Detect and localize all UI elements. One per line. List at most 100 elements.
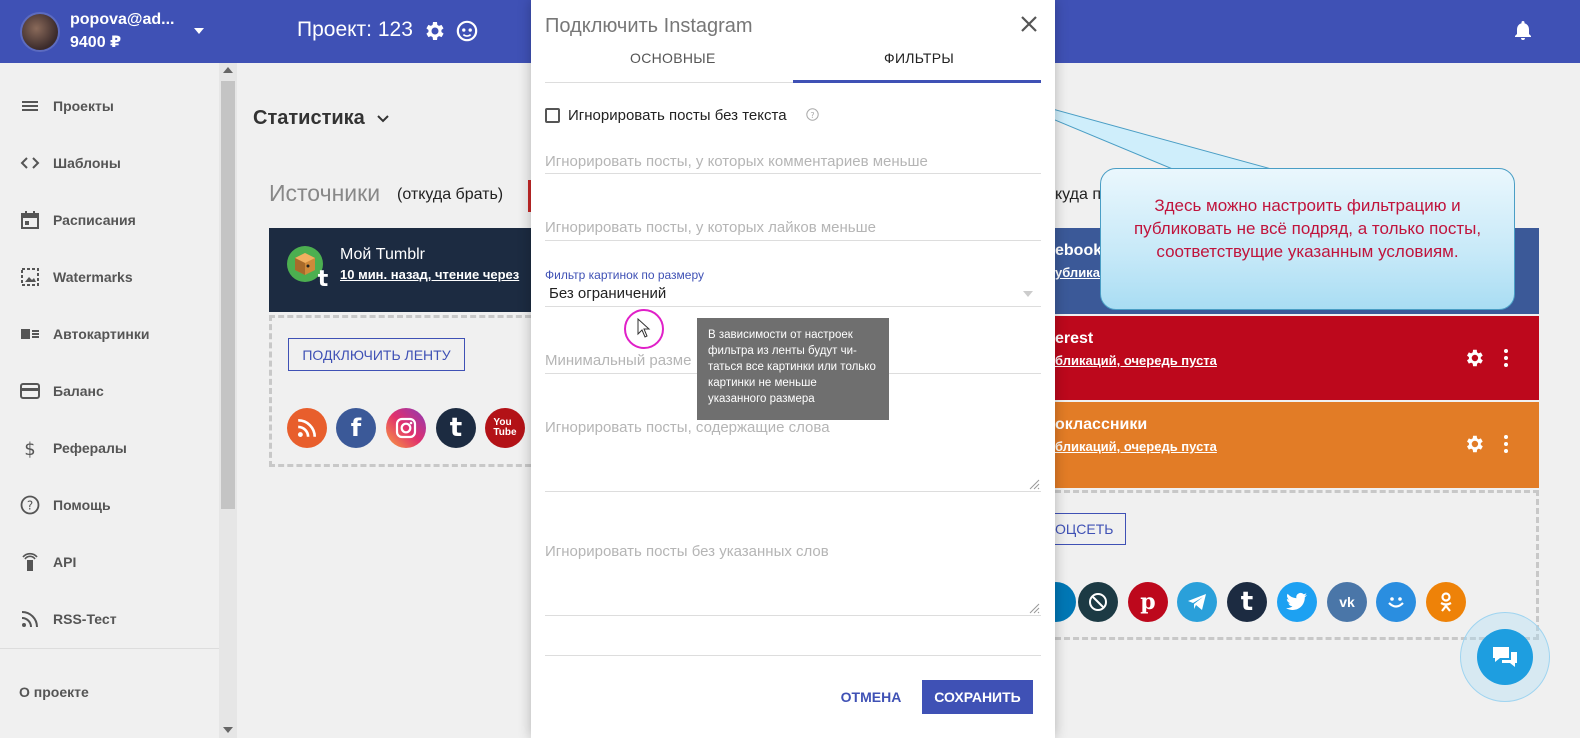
source-card-tumblr[interactable]: t Мой Tumblr 10 мин. назад, чтение через [269,228,531,312]
instagram-icon [395,417,417,439]
instagram-source-button[interactable] [386,408,426,448]
sidebar-item-projects[interactable]: Проекты [0,86,219,126]
tab-filters[interactable]: ФИЛЬТРЫ [884,50,954,66]
source-status-link[interactable]: 10 мин. назад, чтение через [340,267,530,282]
ignore-words-textarea[interactable]: Игнорировать посты, содержащие слова [545,419,1041,492]
stats-dropdown[interactable]: Статистика [253,107,365,130]
destination-card-odnoklassniki[interactable]: оклассники бликаций, очередь пуста [1055,402,1539,488]
vk-destination-button[interactable]: vk [1327,582,1367,622]
more-vert-icon[interactable] [1497,347,1515,369]
user-balance: 9400 ₽ [70,34,122,51]
active-tab-indicator [793,80,1041,83]
help-icon[interactable]: ? [806,108,819,121]
tab-main[interactable]: ОСНОВНЫЕ [630,50,716,66]
require-words-textarea[interactable]: Игнорировать посты без указанных слов [545,543,1041,616]
connect-social-button[interactable]: ОЦСЕТЬ [1055,513,1126,545]
image-icon [21,268,39,286]
sidebar-item-help[interactable]: ? Помощь [0,485,219,525]
field-placeholder: Игнорировать посты без указанных слов [545,543,829,560]
sidebar-scrollbar[interactable] [219,63,237,738]
robot-face-icon[interactable] [456,20,478,42]
rss-icon [297,418,317,438]
svg-text:$: $ [24,439,35,458]
scroll-down-icon[interactable] [223,727,233,733]
rss-source-button[interactable] [287,408,327,448]
youtube-source-button[interactable]: You Tube [485,408,525,448]
sidebar-item-templates[interactable]: Шаблоны [0,143,219,183]
facebook-source-button[interactable]: f [336,408,376,448]
chevron-down-icon[interactable] [1023,291,1033,297]
twitter-icon [1286,592,1307,610]
sidebar-item-watermarks[interactable]: Watermarks [0,257,219,297]
destination-name: erest [1055,330,1094,347]
livejournal-icon [1089,593,1107,611]
pinterest-destination-button[interactable]: p [1128,582,1168,622]
gear-icon[interactable] [1463,347,1485,369]
sidebar-item-balance[interactable]: Баланс [0,371,219,411]
sidebar-item-api[interactable]: API [0,542,219,582]
odnoklassniki-destination-button[interactable] [1426,582,1466,622]
sidebar-item-label: Помощь [53,497,111,513]
tumblr-destination-button[interactable]: t [1227,582,1267,622]
svg-text:t: t [318,267,329,288]
more-vert-icon[interactable] [1497,433,1515,455]
tumblr-source-button[interactable]: t [436,408,476,448]
select-value[interactable]: Без ограничений [549,285,666,302]
card-icon [20,383,40,399]
telegram-destination-button[interactable] [1177,582,1217,622]
gear-icon[interactable] [1463,433,1485,455]
sidebar-item-label: Проекты [53,98,114,114]
chat-button[interactable] [1477,629,1533,685]
sources-subheading: (откуда брать) [397,186,504,203]
field-placeholder: Игнорировать посты, содержащие слова [545,419,830,436]
sidebar-item-rss-test[interactable]: RSS-Тест [0,599,219,639]
destination-card-pinterest[interactable]: erest бликаций, очередь пуста [1055,316,1539,400]
sidebar-item-autoimages[interactable]: Автокартинки [0,314,219,354]
cancel-button[interactable]: ОТМЕНА [831,680,911,714]
destinations-heading-fragment: куда п [1055,186,1101,203]
resize-grip-icon[interactable] [1028,478,1040,490]
avatar[interactable] [20,12,60,52]
sidebar-item-label: Расписания [53,212,136,228]
close-icon[interactable] [1019,14,1039,34]
checkbox-label[interactable]: Игнорировать посты без текста [568,107,787,124]
sidebar-item-referrals[interactable]: $ Рефералы [0,428,219,468]
min-likes-input[interactable]: Игнорировать посты, у которых лайков мен… [545,219,1041,241]
twitter-destination-button[interactable] [1277,582,1317,622]
min-comments-input[interactable]: Игнорировать посты, у которых комментари… [545,153,1041,174]
project-title: Проект: 123 [297,18,413,41]
user-email[interactable]: popova@ad... [70,11,175,29]
livejournal-destination-button[interactable] [1078,582,1118,622]
list-icon [22,101,38,111]
youtube-icon: You Tube [493,417,517,438]
destination-status-link[interactable]: бликаций, очередь пуста [1055,353,1217,368]
bell-icon[interactable] [1513,20,1533,42]
hint-callout: Здесь можно настроить фильтрацию и публи… [1100,168,1515,310]
telegram-icon [1188,594,1206,610]
sidebar-item-schedules[interactable]: Расписания [0,200,219,240]
ignore-no-text-checkbox[interactable] [545,108,560,123]
pinterest-icon: p [1140,589,1156,615]
gear-icon[interactable] [422,19,446,43]
chevron-down-icon[interactable] [377,115,389,123]
dialog-title: Подключить Instagram [545,15,753,37]
svg-text:?: ? [27,499,33,513]
connect-feed-button[interactable]: ПОДКЛЮЧИТЬ ЛЕНТУ [288,338,465,371]
myworld-destination-button[interactable] [1376,582,1416,622]
destination-name: оклассники [1055,416,1148,433]
scroll-up-icon[interactable] [223,67,233,73]
scroll-thumb[interactable] [221,81,235,509]
destination-status-link[interactable]: бликаций, очередь пуста [1055,439,1217,454]
sidebar-item-about[interactable]: О проекте [19,684,89,700]
chevron-down-icon[interactable] [194,28,204,34]
resize-grip-icon[interactable] [1028,602,1040,614]
tumblr-icon: t [1240,587,1254,617]
save-button[interactable]: СОХРАНИТЬ [922,680,1033,714]
sidebar-item-label: API [53,554,77,570]
image-filter-tooltip: В зависимости от настроек фильтра из лен… [697,318,889,420]
sidebar-item-label: Баланс [53,383,104,399]
sidebar-item-label: Рефералы [53,440,127,456]
rss-icon [21,611,38,628]
api-icon [22,552,38,571]
tumblr-cube-icon: t [287,246,329,288]
